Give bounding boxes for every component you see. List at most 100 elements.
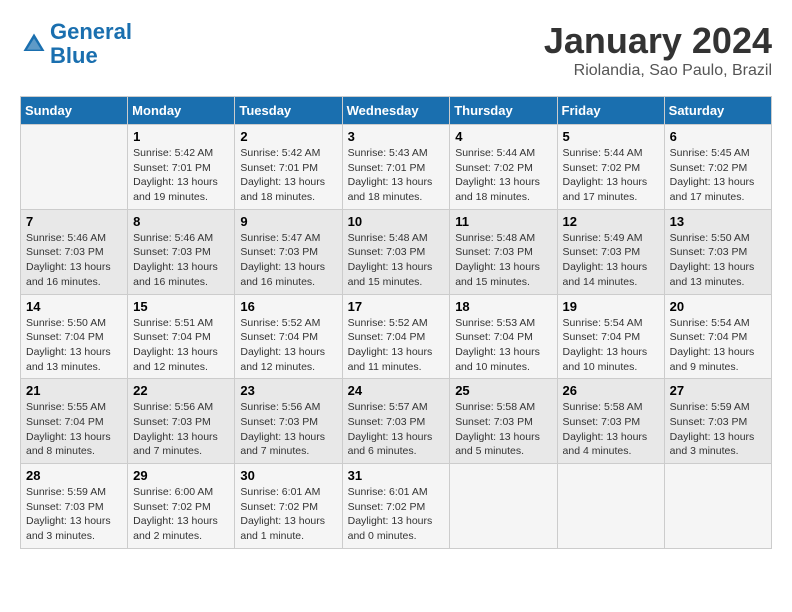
calendar-cell: 30Sunrise: 6:01 AM Sunset: 7:02 PM Dayli… xyxy=(235,464,342,549)
day-number: 8 xyxy=(133,214,229,229)
calendar-cell: 12 Sunrise: 5:49 AM Sunset: 7:03 PM Dayli… xyxy=(557,209,664,294)
calendar-cell: 16 Sunrise: 5:52 AM Sunset: 7:04 PM Dayli… xyxy=(235,294,342,379)
day-info: Sunrise: 5:42 AM Sunset: 7:01 PM Dayligh… xyxy=(133,146,229,205)
calendar-cell: 2Sunrise: 5:42 AM Sunset: 7:01 PM Daylig… xyxy=(235,125,342,210)
day-info: Sunrise: 5:56 AM Sunset: 7:03 PM Dayligh… xyxy=(240,400,336,459)
calendar-header-row: SundayMondayTuesdayWednesdayThursdayFrid… xyxy=(21,97,772,125)
day-number: 16 xyxy=(240,299,336,314)
calendar-cell: 4 Sunrise: 5:44 AM Sunset: 7:02 PM Daylig… xyxy=(450,125,557,210)
day-info: Sunrise: 5:55 AM Sunset: 7:04 PM Dayligh… xyxy=(26,400,122,459)
logo-icon xyxy=(20,30,48,58)
day-of-week-header: Thursday xyxy=(450,97,557,125)
day-number: 20 xyxy=(670,299,766,314)
day-info: Sunrise: 5:50 AM Sunset: 7:04 PM Dayligh… xyxy=(26,316,122,375)
day-of-week-header: Monday xyxy=(128,97,235,125)
calendar-cell: 19Sunrise: 5:54 AM Sunset: 7:04 PM Dayli… xyxy=(557,294,664,379)
calendar-cell: 3Sunrise: 5:43 AM Sunset: 7:01 PM Daylig… xyxy=(342,125,450,210)
calendar-cell xyxy=(664,464,771,549)
day-of-week-header: Friday xyxy=(557,97,664,125)
calendar-week-row: 1 Sunrise: 5:42 AM Sunset: 7:01 PM Daylig… xyxy=(21,125,772,210)
calendar-cell: 23 Sunrise: 5:56 AM Sunset: 7:03 PM Dayli… xyxy=(235,379,342,464)
day-info: Sunrise: 5:58 AM Sunset: 7:03 PM Dayligh… xyxy=(563,400,659,459)
day-number: 27 xyxy=(670,383,766,398)
day-number: 13 xyxy=(670,214,766,229)
day-info: Sunrise: 6:00 AM Sunset: 7:02 PM Dayligh… xyxy=(133,485,229,544)
calendar-cell: 10Sunrise: 5:48 AM Sunset: 7:03 PM Dayli… xyxy=(342,209,450,294)
day-info: Sunrise: 5:52 AM Sunset: 7:04 PM Dayligh… xyxy=(240,316,336,375)
day-info: Sunrise: 5:54 AM Sunset: 7:04 PM Dayligh… xyxy=(670,316,766,375)
calendar-cell: 7 Sunrise: 5:46 AM Sunset: 7:03 PM Daylig… xyxy=(21,209,128,294)
day-number: 18 xyxy=(455,299,551,314)
day-number: 7 xyxy=(26,214,122,229)
day-info: Sunrise: 5:47 AM Sunset: 7:03 PM Dayligh… xyxy=(240,231,336,290)
day-info: Sunrise: 5:51 AM Sunset: 7:04 PM Dayligh… xyxy=(133,316,229,375)
day-info: Sunrise: 5:57 AM Sunset: 7:03 PM Dayligh… xyxy=(348,400,445,459)
calendar-cell: 8 Sunrise: 5:46 AM Sunset: 7:03 PM Daylig… xyxy=(128,209,235,294)
page-header: General Blue January 2024 Riolandia, Sao… xyxy=(20,20,772,80)
month-title: January 2024 xyxy=(544,20,772,62)
day-info: Sunrise: 5:49 AM Sunset: 7:03 PM Dayligh… xyxy=(563,231,659,290)
calendar-cell: 17 Sunrise: 5:52 AM Sunset: 7:04 PM Dayli… xyxy=(342,294,450,379)
calendar-cell: 26Sunrise: 5:58 AM Sunset: 7:03 PM Dayli… xyxy=(557,379,664,464)
calendar-cell: 6 Sunrise: 5:45 AM Sunset: 7:02 PM Daylig… xyxy=(664,125,771,210)
day-number: 9 xyxy=(240,214,336,229)
day-number: 6 xyxy=(670,129,766,144)
calendar-cell: 29 Sunrise: 6:00 AM Sunset: 7:02 PM Dayli… xyxy=(128,464,235,549)
day-info: Sunrise: 5:48 AM Sunset: 7:03 PM Dayligh… xyxy=(455,231,551,290)
day-of-week-header: Saturday xyxy=(664,97,771,125)
calendar-cell: 31Sunrise: 6:01 AM Sunset: 7:02 PM Dayli… xyxy=(342,464,450,549)
day-info: Sunrise: 5:44 AM Sunset: 7:02 PM Dayligh… xyxy=(455,146,551,205)
calendar-cell: 15 Sunrise: 5:51 AM Sunset: 7:04 PM Dayli… xyxy=(128,294,235,379)
day-info: Sunrise: 5:52 AM Sunset: 7:04 PM Dayligh… xyxy=(348,316,445,375)
day-info: Sunrise: 5:58 AM Sunset: 7:03 PM Dayligh… xyxy=(455,400,551,459)
day-info: Sunrise: 5:59 AM Sunset: 7:03 PM Dayligh… xyxy=(26,485,122,544)
location-subtitle: Riolandia, Sao Paulo, Brazil xyxy=(544,62,772,80)
day-info: Sunrise: 5:46 AM Sunset: 7:03 PM Dayligh… xyxy=(26,231,122,290)
calendar-cell: 25Sunrise: 5:58 AM Sunset: 7:03 PM Dayli… xyxy=(450,379,557,464)
calendar-cell: 21 Sunrise: 5:55 AM Sunset: 7:04 PM Dayli… xyxy=(21,379,128,464)
calendar-table: SundayMondayTuesdayWednesdayThursdayFrid… xyxy=(20,96,772,549)
day-info: Sunrise: 5:50 AM Sunset: 7:03 PM Dayligh… xyxy=(670,231,766,290)
calendar-cell: 22 Sunrise: 5:56 AM Sunset: 7:03 PM Dayli… xyxy=(128,379,235,464)
day-number: 23 xyxy=(240,383,336,398)
calendar-cell xyxy=(557,464,664,549)
day-number: 14 xyxy=(26,299,122,314)
calendar-cell: 28 Sunrise: 5:59 AM Sunset: 7:03 PM Dayli… xyxy=(21,464,128,549)
day-number: 4 xyxy=(455,129,551,144)
day-number: 1 xyxy=(133,129,229,144)
day-info: Sunrise: 5:59 AM Sunset: 7:03 PM Dayligh… xyxy=(670,400,766,459)
day-number: 15 xyxy=(133,299,229,314)
calendar-cell: 1 Sunrise: 5:42 AM Sunset: 7:01 PM Daylig… xyxy=(128,125,235,210)
calendar-week-row: 28 Sunrise: 5:59 AM Sunset: 7:03 PM Dayli… xyxy=(21,464,772,549)
calendar-week-row: 14 Sunrise: 5:50 AM Sunset: 7:04 PM Dayli… xyxy=(21,294,772,379)
calendar-cell: 5 Sunrise: 5:44 AM Sunset: 7:02 PM Daylig… xyxy=(557,125,664,210)
calendar-week-row: 7 Sunrise: 5:46 AM Sunset: 7:03 PM Daylig… xyxy=(21,209,772,294)
day-number: 28 xyxy=(26,468,122,483)
day-number: 30 xyxy=(240,468,336,483)
logo: General Blue xyxy=(20,20,132,68)
day-of-week-header: Tuesday xyxy=(235,97,342,125)
title-block: January 2024 Riolandia, Sao Paulo, Brazi… xyxy=(544,20,772,80)
day-info: Sunrise: 5:54 AM Sunset: 7:04 PM Dayligh… xyxy=(563,316,659,375)
logo-text: General Blue xyxy=(50,20,132,68)
day-info: Sunrise: 5:42 AM Sunset: 7:01 PM Dayligh… xyxy=(240,146,336,205)
day-info: Sunrise: 5:46 AM Sunset: 7:03 PM Dayligh… xyxy=(133,231,229,290)
day-number: 22 xyxy=(133,383,229,398)
day-of-week-header: Sunday xyxy=(21,97,128,125)
day-info: Sunrise: 5:56 AM Sunset: 7:03 PM Dayligh… xyxy=(133,400,229,459)
day-number: 12 xyxy=(563,214,659,229)
day-info: Sunrise: 5:44 AM Sunset: 7:02 PM Dayligh… xyxy=(563,146,659,205)
day-number: 17 xyxy=(348,299,445,314)
day-number: 31 xyxy=(348,468,445,483)
day-number: 10 xyxy=(348,214,445,229)
calendar-cell: 13 Sunrise: 5:50 AM Sunset: 7:03 PM Dayli… xyxy=(664,209,771,294)
day-number: 29 xyxy=(133,468,229,483)
day-info: Sunrise: 5:53 AM Sunset: 7:04 PM Dayligh… xyxy=(455,316,551,375)
day-number: 5 xyxy=(563,129,659,144)
calendar-cell xyxy=(21,125,128,210)
day-of-week-header: Wednesday xyxy=(342,97,450,125)
day-number: 21 xyxy=(26,383,122,398)
calendar-week-row: 21 Sunrise: 5:55 AM Sunset: 7:04 PM Dayli… xyxy=(21,379,772,464)
calendar-cell: 27 Sunrise: 5:59 AM Sunset: 7:03 PM Dayli… xyxy=(664,379,771,464)
day-info: Sunrise: 5:45 AM Sunset: 7:02 PM Dayligh… xyxy=(670,146,766,205)
